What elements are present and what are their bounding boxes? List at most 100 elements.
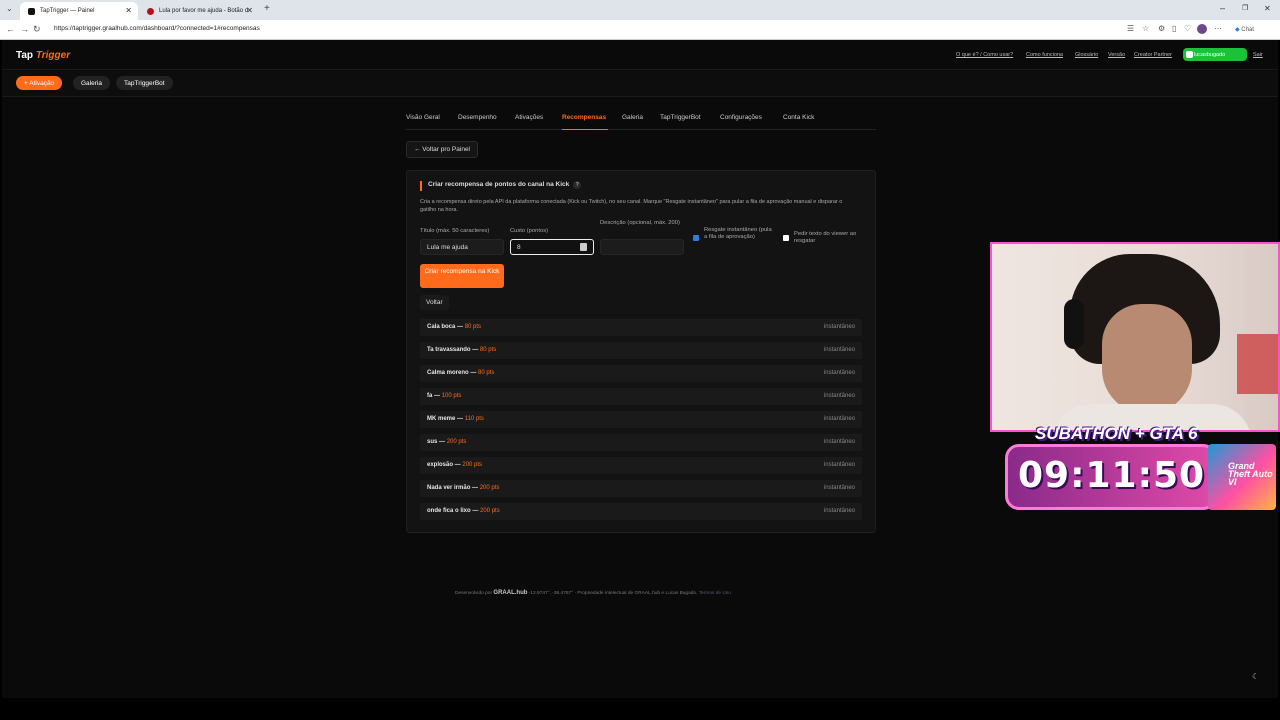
logo[interactable]: Tap Trigger xyxy=(16,50,70,61)
reward-row[interactable]: fa — 100 pts instantâneo xyxy=(420,388,862,405)
create-reward-button[interactable]: Criar recompensa na Kick xyxy=(420,264,504,288)
reward-cost: 80 pts xyxy=(464,324,482,330)
avatar[interactable] xyxy=(1197,24,1207,34)
taptriggerbot-button[interactable]: TapTriggerBot xyxy=(116,76,173,90)
viewer-text-label: Pedir texto do viewer ao resgatar xyxy=(794,231,857,244)
browser-tab-kick[interactable]: Lula por favor me ajuda - Botão d ✕ xyxy=(139,2,259,20)
reward-row[interactable]: sus — 200 pts instantâneo xyxy=(420,434,862,451)
taptrigger-favicon-icon xyxy=(28,7,35,15)
reward-row[interactable]: Calma moreno — 80 pts instantâneo xyxy=(420,365,862,382)
link-creator-partner[interactable]: Creator Partner xyxy=(1134,52,1172,58)
reward-cost: 200 pts xyxy=(479,485,500,491)
reward-row[interactable]: MK meme — 110 pts instantâneo xyxy=(420,411,862,428)
reward-name: onde fica o lixo — 200 pts xyxy=(427,508,500,514)
link-how-it-works[interactable]: Como funciona xyxy=(1026,52,1063,58)
link-version[interactable]: Versão xyxy=(1108,52,1125,58)
cost-input[interactable]: 8 xyxy=(510,239,594,255)
reward-title: Calma moreno xyxy=(427,370,469,376)
headphones xyxy=(1064,299,1084,349)
close-tab-icon[interactable]: ✕ xyxy=(246,6,253,15)
instant-redeem-label: Resgate instantâneo (pula a fila de apro… xyxy=(704,227,772,240)
user-badge[interactable]: lucasbugado xyxy=(1183,48,1247,61)
bookmark-icon[interactable]: ☆ xyxy=(1142,24,1149,33)
tab-rewards[interactable]: Recompensas xyxy=(562,114,606,121)
tab-settings[interactable]: Configurações xyxy=(720,114,762,121)
maximize-icon[interactable]: ❐ xyxy=(1242,4,1248,12)
reward-row[interactable]: Ta travassando — 80 pts instantâneo xyxy=(420,342,862,359)
tab-taptriggerbot[interactable]: TapTriggerBot xyxy=(660,114,701,121)
tab-performance[interactable]: Desempenho xyxy=(458,114,497,121)
back-to-dashboard-button[interactable]: ← Voltar pro Painel xyxy=(406,141,479,158)
top-navbar: Tap Trigger O que é? / Como usar? Como f… xyxy=(2,40,1278,70)
extensions-icon[interactable]: ⚙ xyxy=(1158,24,1165,33)
close-tab-icon[interactable]: ✕ xyxy=(125,6,132,15)
reward-row[interactable]: explosão — 200 pts instantâneo xyxy=(420,457,862,474)
reward-name: explosão — 200 pts xyxy=(427,462,483,468)
footer-brand[interactable]: GRAAL.hub xyxy=(493,590,527,596)
reward-tag: instantâneo xyxy=(823,370,855,376)
reward-cost: 110 pts xyxy=(464,416,484,422)
tab-overview[interactable]: Visão Geral xyxy=(406,114,440,121)
close-window-icon[interactable]: ✕ xyxy=(1264,4,1271,13)
username: lucasbugado xyxy=(1194,51,1226,58)
link-what-is[interactable]: O que é? / Como usar? xyxy=(956,52,1013,58)
title-value: Lula me ajuda xyxy=(427,243,468,251)
reward-title: sus xyxy=(427,439,438,445)
subathon-timer-overlay: 09:11:50 SUBATHON + GTA 6 Grand Theft Au… xyxy=(1005,424,1277,510)
back-icon[interactable]: ← xyxy=(6,24,15,34)
reload-icon[interactable]: ↻ xyxy=(33,24,41,35)
logout-link[interactable]: Sair xyxy=(1253,52,1263,58)
number-stepper-icon[interactable] xyxy=(580,243,587,251)
instant-redeem-checkbox[interactable] xyxy=(693,235,699,241)
chat-button[interactable]: ◆ Chat xyxy=(1235,26,1254,33)
help-icon[interactable]: ? xyxy=(573,181,582,189)
url-field[interactable]: https://taptrigger.graalhub.com/dashboar… xyxy=(54,25,260,32)
new-tab-icon[interactable]: + xyxy=(264,3,270,14)
address-bar: ← → ↻ https://taptrigger.graalhub.com/da… xyxy=(0,20,1280,40)
viewer-text-checkbox[interactable] xyxy=(783,235,789,241)
favorites-icon[interactable]: ♡ xyxy=(1184,24,1191,33)
reward-name: Cala boca — 80 pts xyxy=(427,324,482,330)
tab-list-icon[interactable]: ⌄ xyxy=(6,4,13,13)
link-glossary[interactable]: Glossário xyxy=(1075,52,1098,58)
panel-description: Cria a recompensa direto pela API da pla… xyxy=(420,199,843,213)
theme-toggle-icon[interactable]: ☾ xyxy=(1252,672,1259,681)
forward-icon[interactable]: → xyxy=(20,24,29,34)
footer-prefix: Desenvolvido por xyxy=(455,591,493,596)
gallery-button[interactable]: Galeria xyxy=(73,76,110,90)
tab-gallery[interactable]: Galeria xyxy=(622,114,643,121)
reward-title: Cala boca xyxy=(427,324,456,330)
reward-tag: instantâneo xyxy=(823,462,855,468)
tab-kick-account[interactable]: Conta Kick xyxy=(783,114,814,121)
subathon-timer: 09:11:50 xyxy=(1018,455,1206,496)
reader-icon[interactable]: ☰ xyxy=(1127,24,1134,33)
reward-row[interactable]: Nada ver irmão — 200 pts instantâneo xyxy=(420,480,862,497)
title-input[interactable]: Lula me ajuda xyxy=(420,239,504,255)
add-activation-button[interactable]: + Ativação xyxy=(16,76,63,90)
split-icon[interactable]: ▯ xyxy=(1172,24,1176,33)
minimize-icon[interactable]: – xyxy=(1220,3,1225,13)
description-input[interactable] xyxy=(600,239,684,255)
reward-cost: 200 pts xyxy=(446,439,467,445)
create-reward-panel: Criar recompensa de pontos do canal na K… xyxy=(406,170,876,533)
reward-tag: instantâneo xyxy=(823,416,855,422)
reward-tag: instantâneo xyxy=(823,485,855,491)
footer-terms-link[interactable]: Termos de Uso xyxy=(699,591,731,596)
section-tabs: Visão Geral Desempenho Ativações Recompe… xyxy=(406,112,876,130)
reward-tag: instantâneo xyxy=(823,439,855,445)
tab-activations[interactable]: Ativações xyxy=(515,114,543,121)
more-icon[interactable]: ⋯ xyxy=(1214,24,1222,33)
browser-tab-taptrigger[interactable]: TapTrigger — Painel ✕ xyxy=(20,2,138,20)
reward-favicon-icon xyxy=(147,7,154,15)
reward-title: Ta travassando xyxy=(427,347,471,353)
reward-name: Nada ver irmão — 200 pts xyxy=(427,485,500,491)
reward-title: onde fica o lixo xyxy=(427,508,471,514)
reward-tag: instantâneo xyxy=(823,393,855,399)
reward-cost: 200 pts xyxy=(462,462,483,468)
panel-title-text: Criar recompensa de pontos do canal na K… xyxy=(428,181,570,188)
reward-row[interactable]: onde fica o lixo — 200 pts instantâneo xyxy=(420,503,862,520)
voltar-button[interactable]: Voltar xyxy=(420,295,449,310)
reward-row[interactable]: Cala boca — 80 pts instantâneo xyxy=(420,319,862,336)
tab-title: Lula por favor me ajuda - Botão d xyxy=(159,8,249,14)
logo-part-a: Tap xyxy=(16,50,34,61)
